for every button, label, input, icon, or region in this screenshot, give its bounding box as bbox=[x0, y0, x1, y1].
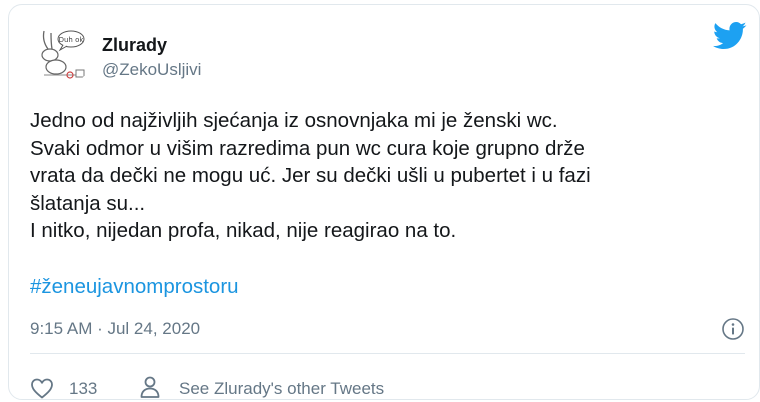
like-count[interactable]: 133 bbox=[69, 379, 97, 399]
heart-icon[interactable] bbox=[30, 377, 54, 399]
tweet-timestamp[interactable]: 9:15 AM · Jul 24, 2020 bbox=[30, 319, 200, 339]
info-icon[interactable] bbox=[721, 317, 745, 341]
avatar-image: Duh ok bbox=[30, 21, 94, 85]
tweet-card: Duh ok Zlurady @ZekoUsljivi Jedno od naj… bbox=[8, 4, 760, 400]
hashtag-link[interactable]: #ženeujavnomprostoru bbox=[30, 273, 239, 301]
display-name[interactable]: Zlurady bbox=[102, 35, 167, 56]
tweet-text: Jedno od najživljih sjećanja iz osnovnja… bbox=[30, 109, 591, 242]
avatar[interactable]: Duh ok bbox=[30, 21, 94, 85]
divider bbox=[30, 353, 745, 354]
user-handle[interactable]: @ZekoUsljivi bbox=[102, 60, 201, 80]
person-icon[interactable] bbox=[139, 375, 161, 399]
see-other-tweets-link[interactable]: See Zlurady's other Tweets bbox=[179, 379, 384, 399]
avatar-speech-text: Duh ok bbox=[59, 36, 85, 44]
twitter-bird-icon[interactable] bbox=[713, 21, 747, 51]
